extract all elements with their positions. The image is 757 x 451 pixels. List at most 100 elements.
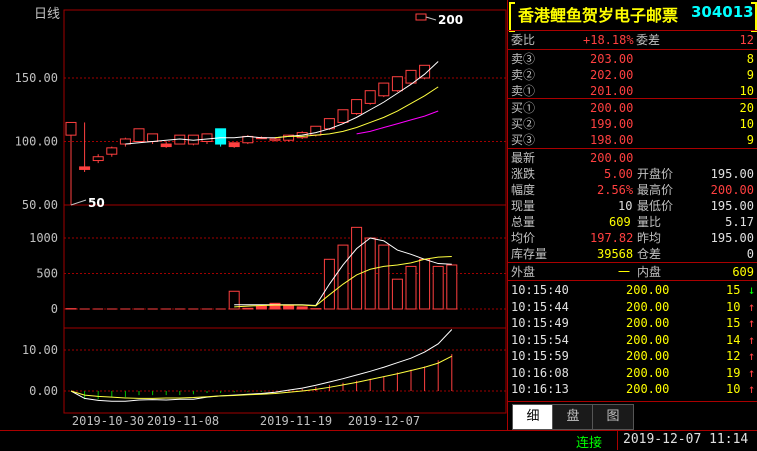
- candle-body: [392, 77, 402, 91]
- tick-price: 200.00: [626, 331, 669, 349]
- volume-bar: [243, 308, 253, 309]
- weibi-value: +18.18%: [583, 31, 634, 49]
- candle-body: [216, 129, 226, 144]
- tick-direction-icon: ↑: [748, 314, 755, 332]
- candle-body: [93, 157, 103, 161]
- candle-body: [311, 126, 321, 135]
- tick-direction-icon: ↑: [748, 364, 755, 382]
- tab-orderbook[interactable]: 盘: [552, 404, 594, 430]
- candle-body: [161, 144, 171, 147]
- volume-bar: [352, 227, 362, 309]
- candle-body: [229, 143, 239, 147]
- volume-bar: [420, 259, 430, 309]
- volume-bar: [256, 306, 266, 309]
- tick-time: 10:15:59: [511, 347, 569, 365]
- connection-status[interactable]: 连接: [576, 432, 602, 451]
- stock-value: 39568: [597, 245, 633, 263]
- candle-body: [134, 129, 144, 142]
- candle-body: [416, 14, 426, 20]
- quote-panel: 香港鲤鱼贺岁电子邮票 304013 委比 +18.18% 委差 12 卖③ 20…: [507, 0, 757, 430]
- price-axis-label: 100.00: [15, 135, 58, 149]
- tick-price: 200.00: [626, 281, 669, 299]
- volume-bar: [270, 303, 280, 309]
- tick-qty: 15: [726, 281, 740, 299]
- volume-bar: [284, 305, 294, 309]
- macd-line-white: [71, 330, 452, 402]
- tick-time: 10:16:13: [511, 380, 569, 398]
- title-bracket-left: [509, 2, 515, 32]
- tick-time: 10:16:08: [511, 364, 569, 382]
- macd-axis-label: 0.00: [29, 384, 58, 398]
- volume-axis-label: 500: [36, 267, 58, 281]
- weicha-label: 委差: [636, 31, 660, 49]
- tick-time: 10:15:49: [511, 314, 569, 332]
- kline-chart[interactable]: 150.00100.0050.00200501000500010.000.002…: [0, 0, 507, 430]
- panel-tab-bar: 细 盘 图: [508, 402, 757, 430]
- tick-qty: 10: [726, 298, 740, 316]
- status-divider: [617, 431, 618, 450]
- candle-body: [66, 122, 76, 135]
- tab-chart[interactable]: 图: [592, 404, 634, 430]
- inner-value: 609: [732, 263, 754, 281]
- tick-direction-icon: ↑: [748, 331, 755, 349]
- tick-qty: 15: [726, 314, 740, 332]
- status-bar: 连接 2019-12-07 11:14: [0, 430, 757, 450]
- candle-body: [352, 100, 362, 114]
- candle-body: [420, 65, 430, 78]
- candle-body: [243, 136, 253, 142]
- kline-chart-svg[interactable]: 150.00100.0050.00200501000500010.000.002…: [0, 0, 507, 430]
- volume-bar: [297, 307, 307, 309]
- volume-bar: [433, 266, 443, 309]
- tick-price: 200.00: [626, 347, 669, 365]
- stock-label: 库存量: [511, 245, 547, 263]
- candle-body: [148, 134, 158, 142]
- tab-detail[interactable]: 细: [512, 404, 554, 430]
- candle-body: [80, 167, 90, 170]
- position-change-label: 仓差: [637, 245, 661, 263]
- tick-row: 10:16:13200.0010↑: [508, 380, 757, 398]
- instrument-name: 香港鲤鱼贺岁电子邮票: [518, 2, 678, 26]
- tick-price: 200.00: [626, 364, 669, 382]
- low-marker-label: 50: [88, 196, 105, 210]
- bid-label: 买③: [511, 131, 535, 149]
- tick-qty: 12: [726, 347, 740, 365]
- stock-row: 库存量 39568 仓差 0: [508, 245, 757, 263]
- bid-row-3[interactable]: 买③ 198.00 9: [508, 131, 757, 149]
- volume-bar: [338, 245, 348, 309]
- outer-label: 外盘: [511, 263, 535, 281]
- volume-bar: [379, 245, 389, 309]
- tick-row: 10:16:08 200.00 19 ↑: [508, 364, 757, 382]
- inner-label: 内盘: [637, 263, 661, 281]
- candle-body: [379, 83, 389, 96]
- macd-line-yellow: [71, 356, 452, 398]
- weibi-row: 委比 +18.18% 委差 12: [508, 31, 757, 49]
- bid-price: 198.00: [590, 131, 633, 149]
- tick-price: 200.00: [626, 314, 669, 332]
- tick-price: 200.00: [626, 298, 669, 316]
- tick-direction-icon: ↑: [748, 380, 755, 398]
- tick-direction-icon: ↓: [748, 281, 755, 299]
- candle-body: [365, 91, 375, 104]
- tick-time: 10:15:54: [511, 331, 569, 349]
- volume-axis-label: 0: [51, 302, 58, 316]
- tick-direction-icon: ↑: [748, 347, 755, 365]
- tick-time: 10:15:40: [511, 281, 569, 299]
- candle-body: [270, 139, 280, 140]
- tick-row: 10:15:59 200.00 12 ↑: [508, 347, 757, 365]
- tick-qty: 19: [726, 364, 740, 382]
- high-marker-label: 200: [438, 13, 463, 27]
- tick-row: 10:15:44 200.00 10 ↑: [508, 298, 757, 316]
- tick-qty: 14: [726, 331, 740, 349]
- tick-time: 10:15:44: [511, 298, 569, 316]
- position-change-value: 0: [747, 245, 754, 263]
- volume-bar: [392, 279, 402, 309]
- tick-direction-icon: ↑: [748, 298, 755, 316]
- volume-bar: [406, 266, 416, 309]
- weibi-label: 委比: [511, 31, 535, 49]
- volume-bar: [365, 238, 375, 309]
- outer-inner-row: 外盘 一 内盘 609: [508, 263, 757, 281]
- tick-row: 10:15:40 200.00 15 ↓: [508, 281, 757, 299]
- instrument-code: 304013: [691, 3, 754, 21]
- title-bracket-right: [751, 2, 757, 32]
- price-axis-label: 50.00: [22, 198, 58, 212]
